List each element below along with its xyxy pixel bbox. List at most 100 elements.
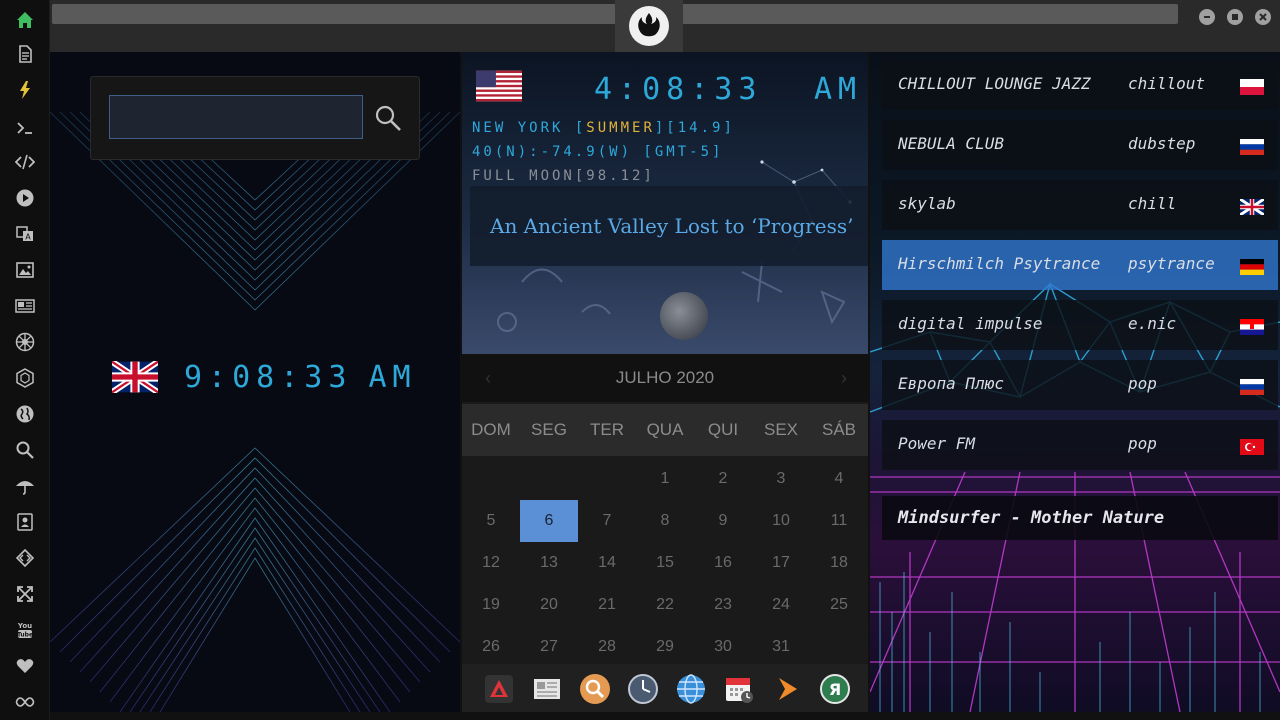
search-button[interactable] <box>373 103 403 133</box>
calendar-day[interactable]: 10 <box>752 500 810 542</box>
calendar-day[interactable]: 21 <box>578 584 636 626</box>
station-name: Power FM <box>898 434 976 453</box>
calendar-day[interactable]: 17 <box>752 542 810 584</box>
station-item[interactable]: Power FM pop <box>882 420 1278 470</box>
station-genre: chillout <box>1128 74 1206 93</box>
station-item[interactable]: skylab chill <box>882 180 1278 230</box>
calendar-day[interactable]: 22 <box>636 584 694 626</box>
newspaper-icon[interactable] <box>530 672 564 706</box>
calendar-day[interactable]: 30 <box>694 626 752 668</box>
calendar-day[interactable]: 1 <box>636 458 694 500</box>
headline-box[interactable]: An Ancient Valley Lost to ‘Progress’ <box>470 186 868 266</box>
dev-icon[interactable] <box>13 546 37 570</box>
calendar-day[interactable]: 29 <box>636 626 694 668</box>
ny-time: 4:08:33 <box>594 72 763 107</box>
calendar-day[interactable]: 5 <box>462 500 520 542</box>
image-icon[interactable] <box>13 258 37 282</box>
us-flag <box>476 70 522 102</box>
contacts-icon[interactable] <box>13 510 37 534</box>
umbrella-icon[interactable] <box>13 474 37 498</box>
youtube-icon[interactable]: You Tube <box>13 618 37 642</box>
calendar-day[interactable]: 28 <box>578 626 636 668</box>
station-name: digital impulse <box>898 314 1043 333</box>
calendar-day[interactable]: 3 <box>752 458 810 500</box>
calendar-day[interactable]: 8 <box>636 500 694 542</box>
calendar-day[interactable]: 25 <box>810 584 868 626</box>
clock-icon[interactable] <box>626 672 660 706</box>
weekday-label: QUI <box>707 420 739 439</box>
lightning-icon[interactable] <box>13 78 37 102</box>
next-month-button[interactable]: › <box>832 366 856 390</box>
sidebar: A You Tube <box>0 0 50 720</box>
document-icon[interactable] <box>13 42 37 66</box>
close-icon[interactable] <box>1255 9 1271 25</box>
expand-icon[interactable] <box>13 582 37 606</box>
station-item[interactable]: Европа Плюс pop <box>882 360 1278 410</box>
news-headline[interactable]: An Ancient Valley Lost to ‘Progress’ <box>490 214 853 238</box>
news-icon[interactable] <box>13 294 37 318</box>
logo-tab[interactable] <box>615 0 683 52</box>
station-item[interactable]: digital impulse e.nic <box>882 300 1278 350</box>
now-playing-title: Mindsurfer - Mother Nature <box>898 508 1165 528</box>
svg-text:Tube: Tube <box>17 632 33 639</box>
calendar-day[interactable]: 2 <box>694 458 752 500</box>
home-icon[interactable] <box>13 8 37 32</box>
code-icon[interactable] <box>13 150 37 174</box>
heart-icon[interactable] <box>13 654 37 678</box>
hexagon-icon[interactable] <box>13 366 37 390</box>
calendar-day-today[interactable]: 6 <box>520 500 578 542</box>
rebel-alliance-icon <box>629 6 669 46</box>
search-icon[interactable] <box>13 438 37 462</box>
yandex-icon[interactable]: Я <box>818 672 852 706</box>
world-clock-panel: 9:08:33 AM <box>50 52 460 712</box>
desktop-window: A You Tube 9:08:33 AM 4:08:33 AM NEW YOR… <box>0 0 1280 720</box>
calendar-day[interactable]: 27 <box>520 626 578 668</box>
calendar-day[interactable]: 18 <box>810 542 868 584</box>
station-item[interactable]: NEBULA CLUB dubstep <box>882 120 1278 170</box>
uk-time: 9:08:33 <box>184 359 353 395</box>
search-input[interactable] <box>109 95 363 139</box>
prev-month-button[interactable]: ‹ <box>476 366 500 390</box>
calendar-day[interactable]: 4 <box>810 458 868 500</box>
calendar-day[interactable]: 15 <box>636 542 694 584</box>
play-arrow-icon[interactable] <box>770 672 804 706</box>
calendar-day[interactable]: 19 <box>462 584 520 626</box>
calendar: ‹ JULHO 2020 › DOM SEG TER QUA QUI SEX S… <box>462 354 868 664</box>
search-app-icon[interactable] <box>578 672 612 706</box>
station-genre: e.nic <box>1128 314 1177 333</box>
calendar-day[interactable]: 14 <box>578 542 636 584</box>
weekday-label: TER <box>590 420 624 439</box>
infinity-icon[interactable] <box>13 690 37 714</box>
calendar-day[interactable]: 16 <box>694 542 752 584</box>
play-icon[interactable] <box>13 186 37 210</box>
globe-app-icon[interactable] <box>674 672 708 706</box>
globe-icon[interactable] <box>13 402 37 426</box>
moon-image <box>660 292 708 340</box>
calendar-day <box>462 458 520 500</box>
calendar-day[interactable]: 20 <box>520 584 578 626</box>
calendar-day[interactable]: 23 <box>694 584 752 626</box>
empire-icon[interactable] <box>13 330 37 354</box>
calendar-day[interactable]: 12 <box>462 542 520 584</box>
station-item-active[interactable]: Hirschmilch Psytrance psytrance <box>882 240 1278 290</box>
terminal-icon[interactable] <box>13 116 37 140</box>
calendar-day[interactable]: 24 <box>752 584 810 626</box>
station-name: skylab <box>898 194 956 213</box>
minimize-icon[interactable] <box>1199 9 1215 25</box>
calendar-icon[interactable] <box>722 672 756 706</box>
station-item[interactable]: CHILLOUT LOUNGE JAZZ chillout <box>882 60 1278 110</box>
calendar-day[interactable]: 11 <box>810 500 868 542</box>
station-genre: pop <box>1128 374 1157 393</box>
weekday-label: DOM <box>471 420 511 439</box>
calendar-day[interactable]: 26 <box>462 626 520 668</box>
search-icon <box>375 105 401 131</box>
maximize-icon[interactable] <box>1227 9 1243 25</box>
calendar-day[interactable]: 9 <box>694 500 752 542</box>
russia-flag <box>1240 139 1264 155</box>
anydesk-icon[interactable] <box>482 672 516 706</box>
calendar-day[interactable]: 7 <box>578 500 636 542</box>
calendar-day[interactable]: 31 <box>752 626 810 668</box>
location-prefix: NEW YORK [ <box>472 120 587 136</box>
translate-icon[interactable]: A <box>13 222 37 246</box>
calendar-day[interactable]: 13 <box>520 542 578 584</box>
